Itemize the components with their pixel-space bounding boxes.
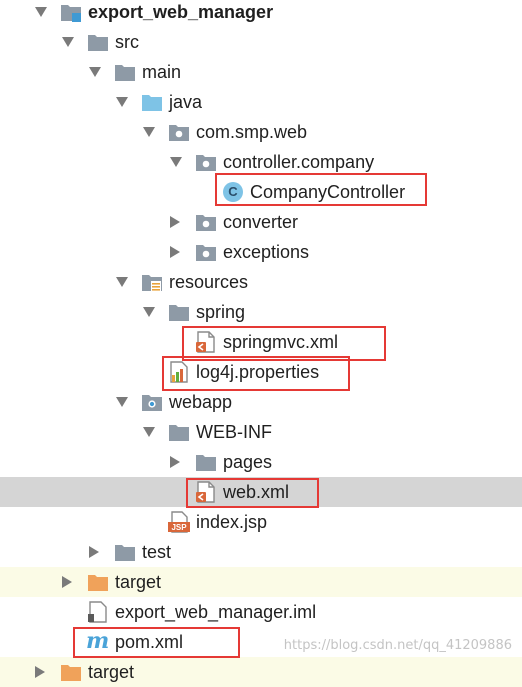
tree-node-converter[interactable]: converter: [0, 207, 522, 237]
web-folder-icon: [141, 392, 163, 412]
chevron-down-icon[interactable]: [168, 147, 184, 177]
chevron-right-icon[interactable]: [33, 657, 49, 687]
project-tree: export_web_manager src main java com.smp…: [0, 0, 522, 687]
module-file-icon: [87, 601, 109, 623]
tree-node-package[interactable]: com.smp.web: [0, 117, 522, 147]
source-folder-icon: [141, 92, 163, 112]
node-label: CompanyController: [250, 182, 406, 202]
tree-node-target[interactable]: target: [0, 567, 522, 597]
tree-node-src[interactable]: src: [0, 27, 522, 57]
tree-node-spring[interactable]: spring: [0, 297, 522, 327]
tree-node-webapp[interactable]: webapp: [0, 387, 522, 417]
folder-icon: [168, 422, 190, 442]
tree-node-pages[interactable]: pages: [0, 447, 522, 477]
tree-node-web-inf[interactable]: WEB-INF: [0, 417, 522, 447]
chevron-down-icon[interactable]: [87, 57, 103, 87]
node-label: resources: [169, 272, 249, 292]
chevron-right-icon[interactable]: [168, 447, 184, 477]
chevron-down-icon[interactable]: [141, 297, 157, 327]
tree-node-log4j[interactable]: log4j.properties: [0, 357, 522, 387]
node-label: web.xml: [223, 482, 290, 502]
node-label: com.smp.web: [196, 122, 308, 142]
node-label: java: [169, 92, 203, 112]
folder-icon: [195, 452, 217, 472]
tree-node-controller-company[interactable]: controller.company: [0, 147, 522, 177]
chevron-down-icon[interactable]: [114, 387, 130, 417]
package-icon: [168, 122, 190, 142]
tree-node-springmvc-xml[interactable]: springmvc.xml: [0, 327, 522, 357]
node-label: webapp: [169, 392, 233, 412]
chevron-down-icon[interactable]: [141, 117, 157, 147]
chevron-right-icon[interactable]: [87, 537, 103, 567]
node-label: WEB-INF: [196, 422, 272, 442]
package-icon: [195, 152, 217, 172]
xml-file-icon: [195, 481, 217, 503]
folder-icon: [114, 62, 136, 82]
folder-icon: [87, 32, 109, 52]
tree-node-index-jsp[interactable]: JSP index.jsp: [0, 507, 522, 537]
chevron-down-icon[interactable]: [114, 267, 130, 297]
node-label: export_web_manager.iml: [115, 602, 317, 622]
jsp-file-icon: JSP: [168, 511, 190, 533]
folder-icon: [114, 542, 136, 562]
java-class-icon: C: [222, 181, 244, 203]
tree-node-java[interactable]: java: [0, 87, 522, 117]
node-label: pages: [223, 452, 273, 472]
node-label: log4j.properties: [196, 362, 320, 382]
node-label: index.jsp: [196, 512, 268, 532]
project-folder-icon: [60, 2, 82, 22]
tree-node-target-bottom[interactable]: target: [0, 657, 522, 687]
node-label: exceptions: [223, 242, 310, 262]
chevron-right-icon[interactable]: [168, 207, 184, 237]
tree-node-test[interactable]: test: [0, 537, 522, 567]
project-name: export_web_manager: [88, 2, 274, 22]
chevron-down-icon[interactable]: [141, 417, 157, 447]
node-label: main: [142, 62, 182, 82]
xml-file-icon: [195, 331, 217, 353]
node-label: target: [88, 662, 135, 682]
node-label: controller.company: [223, 152, 375, 172]
tree-node-main[interactable]: main: [0, 57, 522, 87]
resources-folder-icon: [141, 272, 163, 292]
folder-icon: [168, 302, 190, 322]
node-label: target: [115, 572, 162, 592]
tree-node-project[interactable]: export_web_manager: [0, 0, 522, 27]
tree-node-exceptions[interactable]: exceptions: [0, 237, 522, 267]
chevron-down-icon[interactable]: [33, 0, 49, 27]
node-label: test: [142, 542, 172, 562]
maven-icon: m: [86, 628, 110, 654]
node-label: springmvc.xml: [223, 332, 339, 352]
tree-node-company-controller[interactable]: C CompanyController: [0, 177, 522, 207]
tree-node-iml[interactable]: export_web_manager.iml: [0, 597, 522, 627]
tree-node-web-xml[interactable]: web.xml: [0, 477, 522, 507]
chevron-down-icon[interactable]: [60, 27, 76, 57]
package-icon: [195, 242, 217, 262]
chevron-down-icon[interactable]: [114, 87, 130, 117]
target-folder-icon: [60, 662, 82, 682]
chevron-right-icon[interactable]: [60, 567, 76, 597]
watermark-text: https://blog.csdn.net/qq_41209886: [283, 638, 512, 653]
chevron-right-icon[interactable]: [168, 237, 184, 267]
target-folder-icon: [87, 572, 109, 592]
properties-file-icon: [168, 361, 190, 383]
tree-node-resources[interactable]: resources: [0, 267, 522, 297]
package-icon: [195, 212, 217, 232]
node-label: converter: [223, 212, 299, 232]
node-label: spring: [196, 302, 246, 322]
node-label: src: [115, 32, 139, 52]
node-label: pom.xml: [115, 632, 184, 652]
